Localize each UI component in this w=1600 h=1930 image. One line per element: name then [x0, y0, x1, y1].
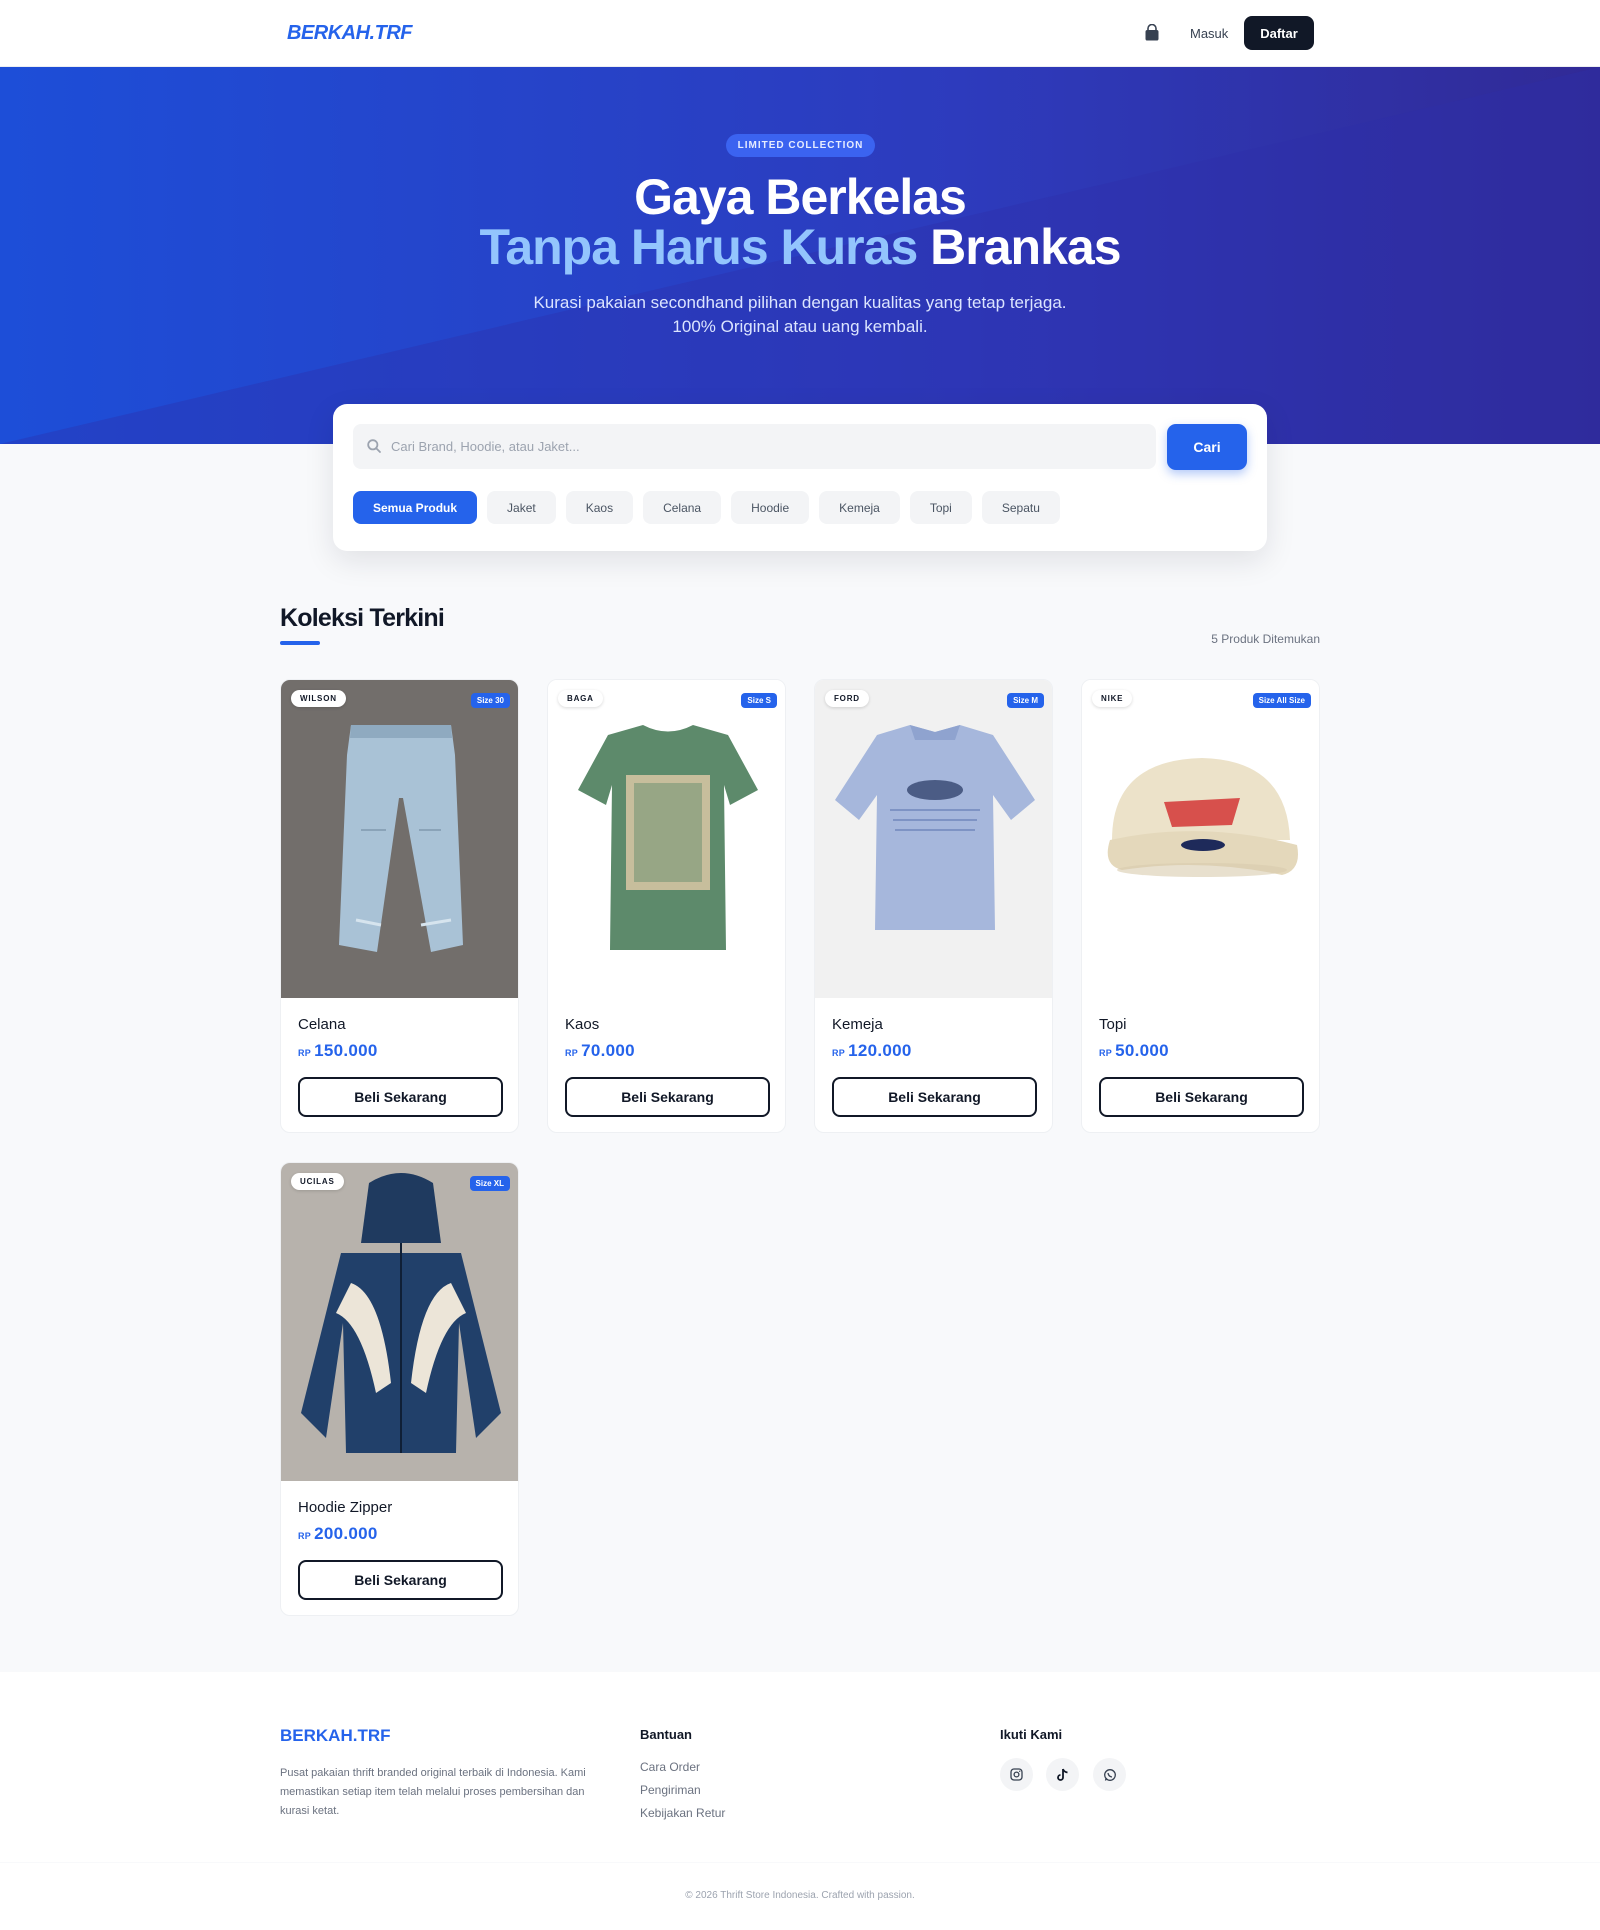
product-image-cap[interactable]: NIKE Size All Size	[1082, 680, 1319, 998]
size-badge: Size M	[1007, 693, 1044, 708]
search-button[interactable]: Cari	[1167, 424, 1247, 470]
product-price: RP 70.000	[565, 1041, 635, 1061]
site-logo[interactable]: BERKAH.TRF	[287, 22, 413, 45]
tiktok-button[interactable]	[1046, 1758, 1079, 1791]
product-name: Kaos	[565, 1016, 600, 1033]
brand-tag: BAGA	[558, 690, 603, 707]
currency-label: RP	[298, 1048, 312, 1058]
category-chip-topi[interactable]: Topi	[909, 491, 972, 524]
product-card[interactable]: UCILAS Size XL Hoodie Zipper RP 200.000 B…	[280, 1162, 519, 1616]
category-chip-celana[interactable]: Celana	[643, 491, 722, 524]
product-name: Topi	[1099, 1016, 1127, 1033]
product-price: RP 120.000	[832, 1041, 912, 1061]
brand-tag: NIKE	[1092, 690, 1133, 707]
size-badge: Size S	[741, 693, 777, 708]
price-value: 200.000	[314, 1524, 378, 1543]
price-value: 120.000	[848, 1041, 912, 1060]
buy-now-button[interactable]: Beli Sekarang	[832, 1077, 1037, 1117]
product-name: Hoodie Zipper	[298, 1499, 393, 1516]
category-chip-semua-produk[interactable]: Semua Produk	[353, 491, 478, 524]
search-input[interactable]	[391, 424, 1141, 469]
footer-link-cara-order[interactable]: Cara Order	[640, 1760, 700, 1774]
buy-now-button[interactable]: Beli Sekarang	[565, 1077, 770, 1117]
product-card[interactable]: NIKE Size All Size Topi RP 50.000 Beli Se…	[1081, 679, 1320, 1133]
instagram-icon	[1010, 1768, 1023, 1781]
category-chip-sepatu[interactable]: Sepatu	[981, 491, 1060, 524]
section-title-underline	[280, 641, 320, 645]
hero-title-line2: Tanpa Harus Kuras Brankas	[0, 221, 1600, 273]
hero-title-line1: Gaya Berkelas	[634, 169, 967, 225]
product-count: 5 Produk Ditemukan	[1211, 632, 1320, 646]
hero-subtitle-line1: Kurasi pakaian secondhand pilihan dengan…	[533, 293, 1067, 312]
size-badge: Size 30	[470, 693, 510, 708]
currency-label: RP	[1099, 1048, 1113, 1058]
whatsapp-icon	[1103, 1768, 1116, 1781]
currency-label: RP	[565, 1048, 579, 1058]
footer-link-pengiriman[interactable]: Pengiriman	[640, 1783, 701, 1797]
price-value: 50.000	[1115, 1041, 1169, 1060]
product-price: RP 200.000	[298, 1524, 378, 1544]
product-image-tshirt[interactable]: BAGA Size S	[548, 680, 785, 998]
section-title: Koleksi Terkini	[280, 604, 445, 632]
currency-label: RP	[832, 1048, 846, 1058]
product-price: RP 50.000	[1099, 1041, 1169, 1061]
category-chip-hoodie[interactable]: Hoodie	[731, 491, 810, 524]
product-name: Celana	[298, 1016, 346, 1033]
instagram-button[interactable]	[1000, 1758, 1033, 1791]
footer-divider	[0, 1862, 1600, 1863]
brand-tag: WILSON	[291, 690, 346, 707]
social-heading: Ikuti Kami	[1000, 1727, 1063, 1742]
footer-description: Pusat pakaian thrift branded original te…	[280, 1767, 586, 1817]
currency-label: RP	[298, 1531, 312, 1541]
hero-title-rest: Brankas	[930, 219, 1121, 275]
price-value: 150.000	[314, 1041, 378, 1060]
product-card[interactable]: WILSON Size 30 Celana RP 150.000 Beli Sek…	[280, 679, 519, 1133]
product-image-hoodie[interactable]: UCILAS Size XL	[281, 1163, 518, 1481]
footer-logo[interactable]: BERKAH.TRF	[280, 1726, 391, 1746]
copyright-text: © 2026 Thrift Store Indonesia. Crafted w…	[685, 1890, 915, 1901]
size-badge: Size XL	[469, 1176, 510, 1191]
category-chip-kemeja[interactable]: Kemeja	[819, 491, 900, 524]
price-value: 70.000	[581, 1041, 635, 1060]
category-chip-jaket[interactable]: Jaket	[487, 491, 556, 524]
hero-badge: LIMITED COLLECTION	[726, 134, 875, 157]
category-chip-kaos[interactable]: Kaos	[565, 491, 634, 524]
size-badge: Size All Size	[1252, 693, 1311, 708]
brand-tag: UCILAS	[291, 1173, 344, 1190]
product-card[interactable]: BAGA Size S Kaos RP 70.000 Beli Sekarang	[547, 679, 786, 1133]
navbar: BERKAH.TRF Masuk Daftar	[0, 0, 1600, 67]
shopping-bag-icon[interactable]	[1143, 24, 1161, 42]
category-filter: Semua Produk Jaket Kaos Celana Hoodie Ke…	[353, 491, 1060, 524]
product-card[interactable]: FORD Size M Kemeja RP 120.000 Beli Sekara…	[814, 679, 1053, 1133]
hero-subtitle-line2: 100% Original atau uang kembali.	[672, 317, 928, 336]
hero-title-accent: Tanpa Harus Kuras	[479, 219, 918, 275]
product-image-shirt[interactable]: FORD Size M	[815, 680, 1052, 998]
buy-now-button[interactable]: Beli Sekarang	[298, 1077, 503, 1117]
product-price: RP 150.000	[298, 1041, 378, 1061]
register-button[interactable]: Daftar	[1244, 16, 1314, 50]
search-icon	[367, 439, 381, 453]
buy-now-button[interactable]: Beli Sekarang	[298, 1560, 503, 1600]
search-field[interactable]	[353, 424, 1156, 469]
tiktok-icon	[1057, 1768, 1068, 1781]
search-card: Cari Semua Produk Jaket Kaos Celana Hood…	[333, 404, 1267, 551]
product-image-jeans[interactable]: WILSON Size 30	[281, 680, 518, 998]
help-heading: Bantuan	[640, 1727, 692, 1742]
footer-link-kebijakan-retur[interactable]: Kebijakan Retur	[640, 1806, 725, 1820]
product-name: Kemeja	[832, 1016, 883, 1033]
login-link[interactable]: Masuk	[1190, 26, 1228, 41]
buy-now-button[interactable]: Beli Sekarang	[1099, 1077, 1304, 1117]
whatsapp-button[interactable]	[1093, 1758, 1126, 1791]
brand-tag: FORD	[825, 690, 869, 707]
